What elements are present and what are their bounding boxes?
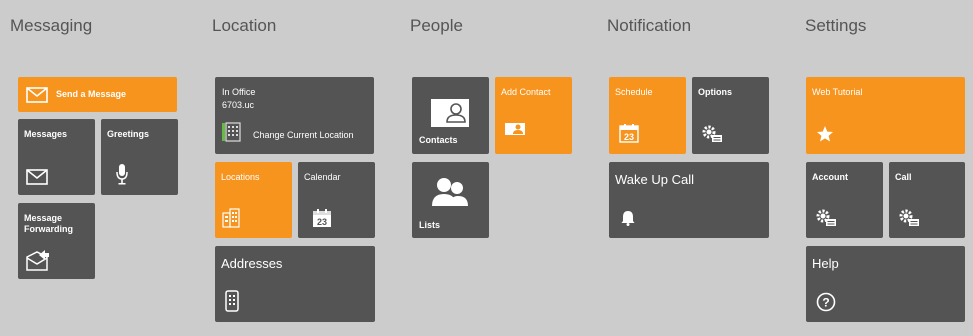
options-tile[interactable]: Options <box>692 77 769 154</box>
help-circle-icon: ? <box>816 292 836 312</box>
greetings-label: Greetings <box>107 129 150 139</box>
bell-icon <box>621 210 635 226</box>
schedule-calendar-icon: 23 <box>619 123 639 143</box>
phone-book-icon <box>225 290 239 312</box>
locations-label: Locations <box>221 172 260 182</box>
messages-label: Messages <box>24 129 68 139</box>
send-message-tile[interactable]: Send a Message <box>18 77 177 112</box>
gears-icon <box>701 124 723 144</box>
help-label: Help <box>812 256 839 271</box>
column-title-location: Location <box>212 16 277 35</box>
locations-tile[interactable]: Locations <box>215 162 292 238</box>
location-extension: 6703.uc <box>222 100 255 110</box>
calendar-day: 23 <box>317 217 327 227</box>
wake-up-call-label: Wake Up Call <box>615 172 694 187</box>
add-contact-label: Add Contact <box>501 87 551 97</box>
building-icon <box>222 122 242 142</box>
schedule-tile[interactable]: Schedule 23 <box>609 77 686 154</box>
calendar-tile[interactable]: Calendar 23 <box>298 162 375 238</box>
contacts-tile[interactable]: Contacts <box>412 77 489 154</box>
envelope-icon <box>26 169 48 185</box>
forward-envelope-icon <box>26 249 50 271</box>
web-tutorial-tile[interactable]: Web Tutorial <box>806 77 965 154</box>
current-location-tile[interactable]: In Office 6703.uc Change Current Locatio… <box>215 77 374 154</box>
svg-text:?: ? <box>822 296 829 310</box>
message-forwarding-label: Message Forwarding <box>24 213 73 234</box>
lists-tile[interactable]: Lists <box>412 162 489 238</box>
buildings-icon <box>222 208 240 228</box>
add-contact-card-icon <box>504 122 526 136</box>
schedule-day: 23 <box>624 132 634 142</box>
lists-label: Lists <box>419 220 441 230</box>
star-icon <box>816 125 834 143</box>
addresses-tile[interactable]: Addresses <box>215 246 375 322</box>
add-contact-tile[interactable]: Add Contact <box>495 77 572 154</box>
call-tile[interactable]: Call <box>889 162 965 238</box>
column-title-notification: Notification <box>607 16 692 35</box>
schedule-label: Schedule <box>615 87 653 97</box>
column-title-settings: Settings <box>805 16 867 35</box>
envelope-icon <box>26 87 48 103</box>
column-title-messaging: Messaging <box>10 16 93 35</box>
gears-icon <box>815 208 837 228</box>
people-group-icon <box>430 176 470 208</box>
column-title-people: People <box>410 16 463 35</box>
help-tile[interactable]: Help ? <box>806 246 965 322</box>
change-location-link[interactable]: Change Current Location <box>253 130 354 140</box>
gears-icon <box>898 208 920 228</box>
message-forwarding-tile[interactable]: Message Forwarding <box>18 203 95 279</box>
calendar-icon: 23 <box>312 208 332 228</box>
wake-up-call-tile[interactable]: Wake Up Call <box>609 162 769 238</box>
messages-tile[interactable]: Messages <box>18 119 95 195</box>
account-label: Account <box>812 172 848 182</box>
microphone-icon <box>115 163 129 185</box>
account-tile[interactable]: Account <box>806 162 883 238</box>
greetings-tile[interactable]: Greetings <box>101 119 178 195</box>
call-label: Call <box>895 172 912 182</box>
contacts-label: Contacts <box>419 135 458 145</box>
options-label: Options <box>698 87 732 97</box>
location-status: In Office <box>222 87 256 97</box>
contact-card-icon <box>430 98 470 128</box>
calendar-label: Calendar <box>304 172 341 182</box>
send-message-label: Send a Message <box>56 89 127 99</box>
web-tutorial-label: Web Tutorial <box>812 87 863 97</box>
addresses-label: Addresses <box>221 256 283 271</box>
